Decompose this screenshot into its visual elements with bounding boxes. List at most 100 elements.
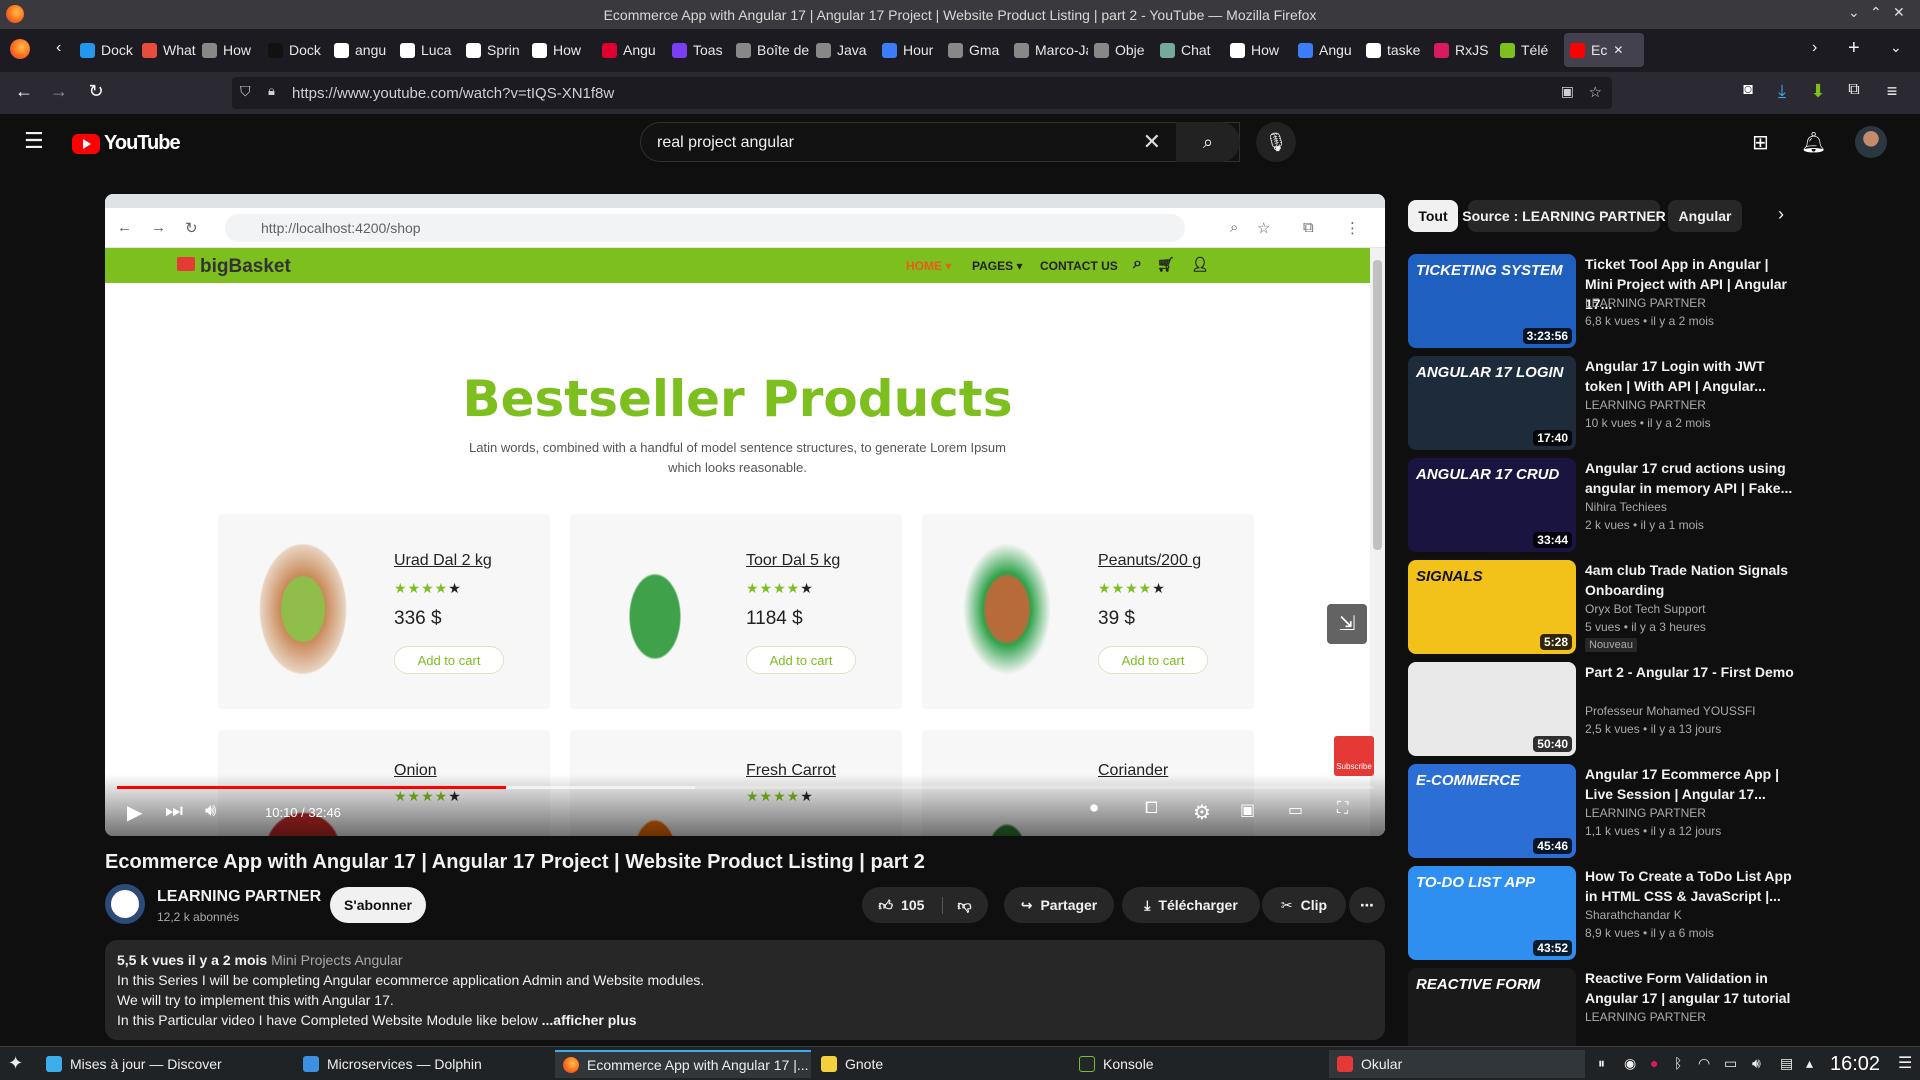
recommended-channel[interactable]: Oryx Bot Tech Support [1585, 602, 1706, 616]
create-video-icon[interactable]: ⊞ [1752, 130, 1769, 155]
browser-tab[interactable]: Angu [596, 33, 666, 67]
extension-icon[interactable]: ⬇ [1806, 81, 1830, 102]
download-button[interactable]: ⤓ Télécharger [1122, 887, 1260, 923]
bluetooth-icon[interactable]: ᛒ [1674, 1055, 1682, 1071]
url-bar[interactable]: ⛉ 🔒︎ https://www.youtube.com/watch?v=tIQ… [232, 77, 1612, 109]
browser-tab[interactable]: Dock [74, 33, 136, 67]
maximize-icon[interactable]: ⌃ [1870, 4, 1882, 21]
tabs-scroll-left-icon[interactable]: ‹ [56, 39, 61, 57]
play-icon[interactable]: ▶ [127, 800, 142, 825]
subtitles-icon[interactable]: ⧠ [1145, 800, 1158, 818]
video-thumbnail[interactable]: ANGULAR 17 CRUD 33:44 [1408, 458, 1576, 552]
recommended-channel[interactable]: Professeur Mohamed YOUSSFI [1585, 704, 1756, 718]
video-thumbnail[interactable]: TO-DO LIST APP 43:52 [1408, 866, 1576, 960]
task-discover[interactable]: Mises à jour — Discover [38, 1050, 293, 1078]
browser-tab[interactable]: How [196, 33, 262, 67]
browser-tab[interactable]: How [526, 33, 596, 67]
browser-tab[interactable]: Java [810, 33, 876, 67]
recommended-title[interactable]: Angular 17 crud actions using angular in… [1585, 458, 1795, 498]
browser-tab[interactable]: Luca [394, 33, 460, 67]
recommended-video[interactable]: TICKETING SYSTEM 3:23:56 Ticket Tool App i… [1408, 254, 1848, 348]
back-icon[interactable]: ← [12, 81, 36, 102]
browser-tab[interactable]: angu [328, 33, 394, 67]
new-tab-icon[interactable]: + [1848, 37, 1860, 60]
app-tray-icon[interactable]: ● [1650, 1055, 1658, 1071]
like-button[interactable]: 👍︎ 105 👎︎ [862, 887, 988, 923]
more-actions-button[interactable]: ⋯ [1349, 887, 1385, 923]
video-player[interactable]: ← → ↻ http://localhost:4200/shop ⌕ ☆ ⧉ ⋮… [105, 194, 1385, 836]
bookmark-star-icon[interactable]: ☆ [1589, 83, 1602, 101]
browser-tab[interactable]: Hour [876, 33, 942, 67]
video-thumbnail[interactable]: TICKETING SYSTEM 3:23:56 [1408, 254, 1576, 348]
wifi-icon[interactable]: ◠ [1698, 1055, 1710, 1072]
video-thumbnail[interactable]: ANGULAR 17 LOGIN 17:40 [1408, 356, 1576, 450]
avatar[interactable] [1855, 126, 1887, 158]
browser-tab[interactable]: Boîte de [730, 33, 810, 67]
chip-source[interactable]: Source : LEARNING PARTNER [1462, 200, 1666, 232]
battery-icon[interactable]: ▭ [1724, 1055, 1737, 1072]
close-tab-icon[interactable]: ✕ [1613, 43, 1623, 57]
firefox-view-icon[interactable] [10, 39, 30, 59]
channel-name[interactable]: LEARNING PARTNER [157, 888, 321, 906]
browser-tab[interactable]: Marco-Ja [1008, 33, 1088, 67]
guide-menu-icon[interactable]: ☰ [24, 128, 44, 154]
browser-tab[interactable]: taske [1360, 33, 1428, 67]
recommended-channel[interactable]: Nihira Techiees [1585, 500, 1667, 514]
reload-icon[interactable]: ↻ [84, 81, 108, 102]
browser-tab[interactable]: Dock [262, 33, 328, 67]
recommended-video[interactable]: ANGULAR 17 LOGIN 17:40 Angular 17 Login wi… [1408, 356, 1848, 450]
expand-miniplayer-icon[interactable]: ⇲ [1327, 604, 1367, 644]
playlist-tag[interactable]: Mini Projects Angular [271, 952, 403, 968]
volume-tray-icon[interactable]: 🔊︎ [1752, 1055, 1761, 1072]
show-desktop-icon[interactable]: ☰ [1898, 1053, 1912, 1073]
progress-bar[interactable] [117, 786, 1373, 789]
minimize-icon[interactable]: ⌄ [1848, 4, 1860, 21]
youtube-logo[interactable]: YouTube [72, 132, 181, 155]
show-more-link[interactable]: ...afficher plus [542, 1012, 637, 1028]
task-firefox[interactable]: Ecommerce App with Angular 17 |... [555, 1050, 811, 1078]
browser-tab[interactable]: Sprin [460, 33, 526, 67]
clip-button[interactable]: ✂ Clip [1262, 887, 1346, 923]
recommended-channel[interactable]: Sharathchandar K [1585, 908, 1682, 922]
recommended-video[interactable]: ANGULAR 17 CRUD 33:44 Angular 17 crud acti… [1408, 458, 1848, 552]
thumbs-down-icon[interactable]: 👎︎ [942, 896, 972, 914]
shield-icon[interactable]: ⛉ [240, 83, 251, 100]
video-thumbnail[interactable]: E-COMMERCE 45:46 [1408, 764, 1576, 858]
recommended-video[interactable]: TO-DO LIST APP 43:52 How To Create a ToDo … [1408, 866, 1848, 960]
chips-next-icon[interactable]: › [1778, 204, 1784, 225]
recommended-channel[interactable]: LEARNING PARTNER [1585, 296, 1706, 310]
tabs-scroll-right-icon[interactable]: › [1812, 39, 1817, 57]
recommended-title[interactable]: Reactive Form Validation in Angular 17 |… [1585, 968, 1795, 1008]
recommended-title[interactable]: Angular 17 Login with JWT token | With A… [1585, 356, 1795, 396]
app-menu-icon[interactable]: ≡ [1880, 81, 1904, 102]
video-thumbnail[interactable]: SIGNALS 5:28 [1408, 560, 1576, 654]
list-tabs-icon[interactable]: ⌄ [1890, 39, 1902, 56]
browser-tab[interactable]: Télé [1494, 33, 1564, 67]
close-icon[interactable]: ✕ [1893, 4, 1905, 21]
search-input[interactable]: real project angular ✕ [640, 122, 1240, 162]
recommended-channel[interactable]: LEARNING PARTNER [1585, 806, 1706, 820]
autoplay-toggle[interactable]: ⏺ [1090, 800, 1098, 818]
fullscreen-icon[interactable]: ⛶ [1337, 800, 1348, 818]
recommended-title[interactable]: 4am club Trade Nation Signals Onboarding [1585, 560, 1795, 600]
security-icon[interactable]: ◉ [1624, 1055, 1636, 1072]
description-box[interactable]: 5,5 k vues il y a 2 mois Mini Projects A… [105, 940, 1385, 1040]
subscribe-button[interactable]: S'abonner [330, 887, 426, 923]
recommended-title[interactable]: How To Create a ToDo List App in HTML CS… [1585, 866, 1795, 906]
recommended-video[interactable]: SIGNALS 5:28 4am club Trade Nation Signals… [1408, 560, 1848, 654]
chip-all[interactable]: Tout [1408, 200, 1458, 232]
lock-icon[interactable]: 🔒︎ [268, 83, 275, 99]
notifications-bell-icon[interactable]: 🔔︎ [1801, 130, 1826, 155]
miniplayer-icon[interactable]: ▣ [1240, 800, 1255, 820]
task-okular[interactable]: Okular [1329, 1050, 1585, 1078]
video-thumbnail[interactable]: 50:40 [1408, 662, 1576, 756]
chip-angular[interactable]: Angular [1668, 200, 1742, 232]
forward-icon[interactable]: → [47, 81, 71, 102]
tray-expand-icon[interactable]: ▴ [1806, 1055, 1813, 1072]
pocket-icon[interactable]: ◙ [1736, 81, 1760, 99]
downloads-icon[interactable]: ⤓ [1770, 81, 1794, 102]
theater-mode-icon[interactable]: ▭ [1288, 800, 1303, 820]
browser-tab[interactable]: What [136, 33, 196, 67]
browser-tab[interactable]: Toas [666, 33, 730, 67]
volume-icon[interactable]: 🔊︎ [205, 800, 216, 821]
